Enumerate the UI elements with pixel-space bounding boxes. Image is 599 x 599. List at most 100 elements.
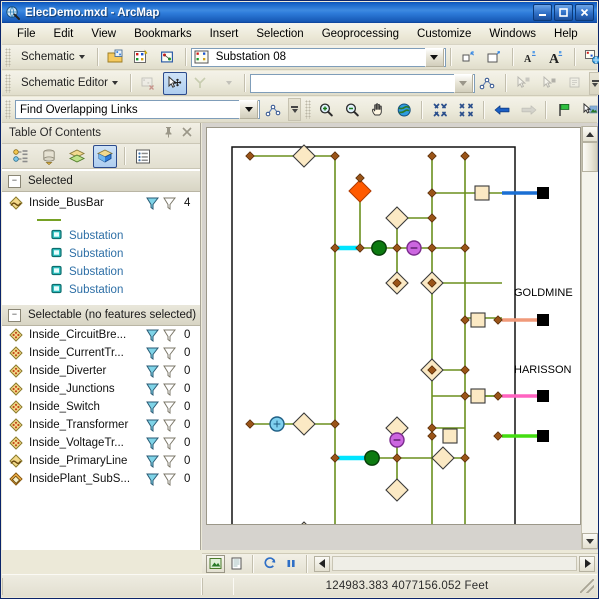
maximize-button[interactable]	[554, 4, 573, 21]
toolbar-overflow-button[interactable]	[588, 71, 599, 95]
clear-selection-layer-icon[interactable]	[163, 401, 176, 414]
sublayer-row[interactable]: Substation	[51, 227, 200, 245]
menu-geoprocessing[interactable]: Geoprocessing	[313, 25, 408, 43]
zoom-out-icon[interactable]	[340, 98, 364, 121]
resize-grip[interactable]	[580, 579, 594, 593]
reduce-node-icon[interactable]	[457, 46, 481, 69]
layer-row-inside-currenttr[interactable]: Inside_CurrentTr... 0	[2, 344, 200, 362]
diagram-properties-icon[interactable]	[156, 46, 180, 69]
clear-selection-layer-icon[interactable]	[163, 347, 176, 360]
pan-hand-icon[interactable]	[366, 98, 390, 121]
full-extent-globe-icon[interactable]	[392, 98, 416, 121]
scroll-track[interactable]	[582, 172, 598, 533]
overview-window-icon[interactable]	[581, 46, 599, 69]
layer-row-inside-circuitbre[interactable]: Inside_CircuitBre... 0	[2, 326, 200, 344]
select-features-icon[interactable]	[146, 437, 159, 450]
go-next-extent-icon[interactable]	[516, 98, 540, 121]
list-by-drawing-order-icon[interactable]	[9, 145, 33, 168]
layout-combo-dropdown-button[interactable]	[453, 73, 473, 93]
select-related-icon[interactable]	[538, 72, 562, 95]
toolbar-overflow-button[interactable]	[288, 98, 301, 121]
map-vertical-scrollbar[interactable]	[581, 126, 598, 549]
menu-help[interactable]: Help	[545, 25, 587, 43]
new-diagram-icon[interactable]	[130, 46, 154, 69]
select-move-tool-icon[interactable]	[162, 71, 187, 95]
layer-row-inside-busbar[interactable]: Inside_BusBar 4	[2, 192, 200, 213]
hscroll-left-button[interactable]	[314, 555, 330, 572]
schematic-menu-button[interactable]: Schematic	[14, 46, 92, 69]
clear-selection-layer-icon[interactable]	[163, 473, 176, 486]
layer-row-insideplant-subs[interactable]: InsidePlant_SubS... 0	[2, 470, 200, 488]
hyperlink-icon[interactable]	[578, 98, 599, 121]
menu-bookmarks[interactable]: Bookmarks	[125, 25, 201, 43]
minimize-button[interactable]	[533, 4, 552, 21]
scroll-thumb[interactable]	[582, 142, 598, 172]
sublayer-row[interactable]: Substation	[51, 281, 200, 299]
select-features-icon[interactable]	[146, 347, 159, 360]
page-layout-icon[interactable]	[227, 555, 246, 573]
layout-task-dropdown[interactable]	[215, 72, 239, 95]
fixed-zoom-in-icon[interactable]	[428, 98, 452, 121]
toolbar-grip[interactable]	[5, 73, 11, 93]
layer-row-inside-voltagetr[interactable]: Inside_VoltageTr... 0	[2, 434, 200, 452]
decrease-label-size-icon[interactable]: A	[519, 46, 543, 69]
refresh-view-icon[interactable]	[260, 555, 279, 573]
link-editor-icon[interactable]	[476, 72, 500, 95]
clear-selection-layer-icon[interactable]	[163, 383, 176, 396]
group-header-selectable[interactable]: − Selectable (no features selected)	[2, 304, 200, 326]
menu-windows[interactable]: Windows	[480, 25, 545, 43]
clear-selection-layer-icon[interactable]	[163, 197, 176, 210]
select-features-icon[interactable]	[146, 365, 159, 378]
toolbar-grip[interactable]	[5, 100, 11, 119]
layer-row-inside-transformer[interactable]: Inside_Transformer 0	[2, 416, 200, 434]
layout-task-icon[interactable]	[189, 72, 213, 95]
menu-file[interactable]: File	[8, 25, 45, 43]
schematic-editor-menu-button[interactable]: Schematic Editor	[14, 72, 125, 95]
layer-row-inside-diverter[interactable]: Inside_Diverter 0	[2, 362, 200, 380]
clear-selection-layer-icon[interactable]	[163, 437, 176, 450]
hscroll-track[interactable]	[332, 556, 577, 571]
select-features-icon[interactable]	[146, 419, 159, 432]
list-by-source-icon[interactable]	[37, 145, 61, 168]
menu-view[interactable]: View	[82, 25, 125, 43]
zoom-in-icon[interactable]	[314, 98, 338, 121]
list-by-visibility-icon[interactable]	[65, 145, 89, 168]
select-features-icon[interactable]	[146, 473, 159, 486]
fixed-zoom-out-icon[interactable]	[454, 98, 478, 121]
diagram-combo-dropdown-button[interactable]	[424, 47, 444, 67]
toc-tree[interactable]: − Selected Inside_BusBar 4 Substation Su…	[2, 169, 200, 550]
menu-customize[interactable]: Customize	[408, 25, 480, 43]
layout-combo[interactable]	[249, 73, 475, 93]
select-features-icon[interactable]	[146, 383, 159, 396]
sublayer-row[interactable]: Substation	[51, 263, 200, 281]
select-feature-icon[interactable]	[512, 72, 536, 95]
find-combo[interactable]: Find Overlapping Links	[15, 100, 260, 119]
scroll-up-button[interactable]	[582, 126, 598, 142]
layer-row-inside-switch[interactable]: Inside_Switch 0	[2, 398, 200, 416]
clear-selection-icon[interactable]	[137, 72, 161, 95]
open-diagram-icon[interactable]	[104, 46, 128, 69]
select-features-icon[interactable]	[146, 455, 159, 468]
edit-attributes-icon[interactable]	[564, 72, 588, 95]
map-data-view[interactable]: GOLDMINE HARISSON	[202, 123, 598, 550]
clear-selection-layer-icon[interactable]	[163, 365, 176, 378]
pin-icon[interactable]	[163, 126, 174, 141]
list-by-selection-icon[interactable]	[93, 144, 117, 168]
select-features-icon[interactable]	[146, 329, 159, 342]
diagram-combo[interactable]: Substation 08	[190, 47, 446, 67]
options-icon[interactable]	[131, 145, 155, 168]
select-features-icon[interactable]	[146, 197, 159, 210]
schematic-diagram-canvas[interactable]: GOLDMINE HARISSON	[206, 127, 581, 525]
clear-selection-layer-icon[interactable]	[163, 329, 176, 342]
go-back-extent-icon[interactable]	[490, 98, 514, 121]
close-button[interactable]	[575, 4, 594, 21]
toolbar-grip[interactable]	[305, 100, 311, 119]
toolbar-grip[interactable]	[5, 47, 11, 67]
select-features-icon[interactable]	[146, 401, 159, 414]
sublayer-row[interactable]: Substation	[51, 245, 200, 263]
clear-selection-layer-icon[interactable]	[163, 455, 176, 468]
layer-row-inside-primaryline[interactable]: Inside_PrimaryLine 0	[2, 452, 200, 470]
group-header-selected[interactable]: − Selected	[2, 170, 200, 192]
menu-insert[interactable]: Insert	[201, 25, 248, 43]
expand-node-icon[interactable]	[483, 46, 507, 69]
